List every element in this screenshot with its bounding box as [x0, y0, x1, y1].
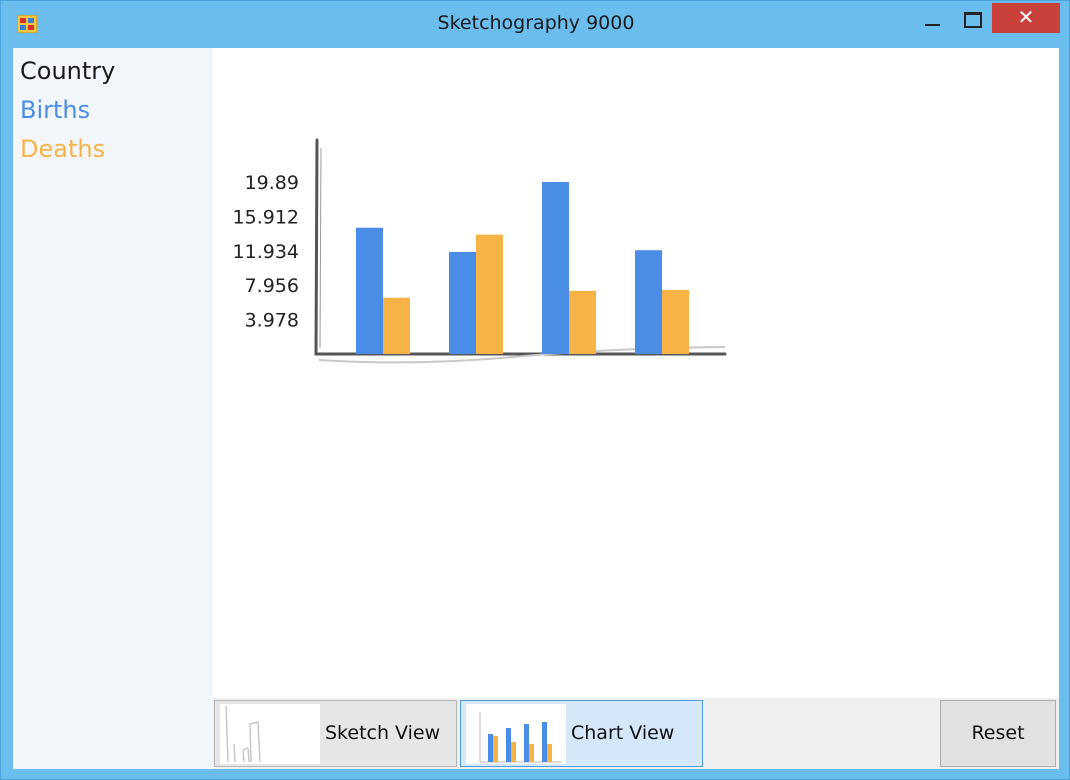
y-tick-label: 11.934	[233, 241, 299, 263]
y-axis-sketch-line	[319, 147, 322, 349]
app-window: Sketchography 9000 ✕ Country Births Deat…	[0, 0, 1070, 780]
bar-chart: 3.978 7.956 11.934 15.912 19.89	[233, 138, 727, 364]
bottom-toolbar: Sketch View Chart View Reset	[213, 698, 1059, 769]
y-tick-label: 7.956	[245, 275, 299, 297]
close-icon: ✕	[1017, 5, 1035, 29]
bar-births-3	[542, 182, 569, 354]
legend-item-country: Country	[20, 57, 116, 85]
sketch-view-button[interactable]: Sketch View	[214, 700, 457, 767]
y-tick-label: 19.89	[245, 172, 299, 194]
legend-item-deaths: Deaths	[20, 135, 106, 163]
chart-view-label: Chart View	[571, 722, 675, 744]
window-title: Sketchography 9000	[437, 12, 635, 34]
bar-births-2	[449, 251, 476, 354]
title-bar[interactable]: Sketchography 9000 ✕	[1, 1, 1070, 47]
legend-item-births: Births	[20, 96, 91, 124]
client-area: Country Births Deaths 3.978 7.956 11.934 15…	[13, 48, 1059, 769]
y-tick-label: 3.978	[245, 310, 299, 332]
chart-view-button[interactable]: Chart View	[460, 700, 703, 767]
bar-births-1	[356, 227, 383, 354]
bar-deaths-1	[383, 297, 410, 354]
close-button[interactable]: ✕	[992, 3, 1060, 33]
chart-area: 3.978 7.956 11.934 15.912 19.89	[213, 48, 1059, 698]
sketch-thumbnail-icon	[220, 704, 320, 764]
bar-deaths-4	[662, 290, 689, 354]
chart-thumbnail-icon	[466, 704, 566, 764]
y-tick-label: 15.912	[233, 206, 299, 228]
bar-deaths-2	[476, 234, 503, 354]
legend-panel: Country Births Deaths	[13, 48, 213, 769]
bar-deaths-3	[569, 290, 596, 354]
reset-button[interactable]: Reset	[940, 700, 1056, 767]
minimize-button[interactable]	[913, 5, 951, 35]
sketch-view-label: Sketch View	[325, 722, 441, 744]
maximize-button[interactable]	[953, 5, 991, 35]
bar-births-4	[635, 250, 662, 354]
